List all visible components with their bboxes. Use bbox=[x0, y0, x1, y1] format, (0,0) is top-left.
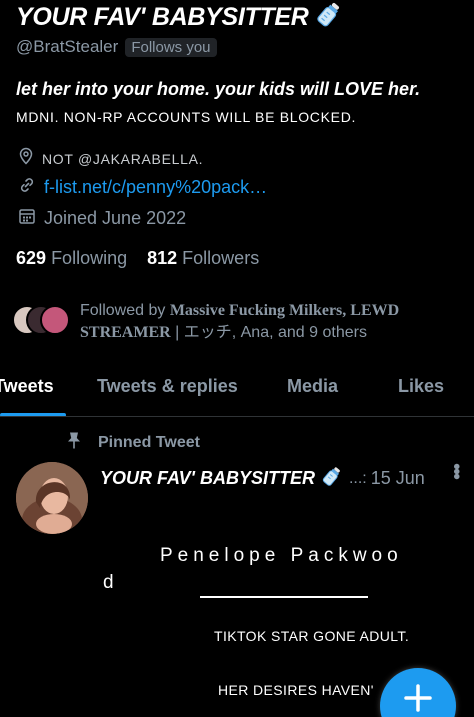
baby-bottle-icon bbox=[321, 465, 343, 492]
tabs-divider bbox=[0, 416, 474, 417]
media-divider bbox=[200, 596, 368, 598]
followed-by-suffix: | エッチ, Ana, and 9 others bbox=[175, 324, 367, 341]
tweet-handle-truncated: ...: bbox=[348, 469, 367, 487]
followers-count: 812 bbox=[147, 248, 178, 268]
baby-bottle-icon bbox=[315, 0, 343, 35]
tweet-date[interactable]: 15 Jun bbox=[371, 468, 425, 489]
tab-tweets-and-replies[interactable]: Tweets & replies bbox=[97, 376, 238, 397]
compose-tweet-button[interactable] bbox=[380, 668, 456, 717]
display-name-text: YOUR FAV' BABYSITTER bbox=[16, 3, 309, 31]
profile-location: NOT @JAKARABELLA. bbox=[42, 150, 204, 167]
handle-row: @BratStealer Follows you bbox=[16, 37, 217, 57]
tab-likes[interactable]: Likes bbox=[398, 376, 444, 397]
profile-display-name: YOUR FAV' BABYSITTER bbox=[16, 0, 343, 35]
media-title-line-2: d bbox=[103, 572, 114, 593]
profile-joined-date: Joined June 2022 bbox=[44, 208, 187, 228]
tweet-author-name[interactable]: YOUR FAV' BABYSITTER bbox=[100, 468, 315, 489]
link-row[interactable]: f-list.net/c/penny%20pack… bbox=[18, 176, 267, 199]
following-count: 629 bbox=[16, 248, 47, 268]
followed-by-avatars[interactable] bbox=[12, 305, 72, 337]
joined-row: Joined June 2022 bbox=[18, 207, 186, 230]
calendar-icon bbox=[18, 207, 36, 230]
location-pin-icon bbox=[18, 147, 34, 170]
more-options-icon[interactable]: ••• bbox=[444, 463, 467, 478]
follow-counts: 629 Following 812 Followers bbox=[16, 248, 259, 269]
following-link[interactable]: 629 Following bbox=[16, 248, 127, 269]
followers-link[interactable]: 812 Followers bbox=[147, 248, 259, 269]
follows-you-badge: Follows you bbox=[125, 37, 217, 57]
followers-label: Followers bbox=[182, 248, 260, 268]
tab-tweets[interactable]: Tweets bbox=[0, 376, 54, 397]
profile-link[interactable]: f-list.net/c/penny%20pack… bbox=[44, 177, 267, 198]
media-text-line-1: TIKTOK STAR GONE ADULT. bbox=[214, 628, 410, 644]
followed-by-prefix: Followed by bbox=[80, 302, 166, 319]
location-row: NOT @JAKARABELLA. bbox=[18, 147, 203, 170]
profile-tabs: Tweets Tweets & replies Media Likes bbox=[0, 372, 474, 417]
plus-icon bbox=[398, 678, 438, 717]
followed-by-text[interactable]: Followed by Massive Fucking Milkers, LEW… bbox=[80, 300, 460, 344]
tab-media[interactable]: Media bbox=[287, 376, 338, 397]
media-title-line-1: Penelope Packwoo bbox=[160, 545, 403, 566]
tweet-author-avatar[interactable] bbox=[16, 462, 88, 534]
profile-handle: @BratStealer bbox=[16, 37, 119, 56]
pin-icon bbox=[66, 431, 82, 454]
link-icon bbox=[18, 176, 36, 199]
following-label: Following bbox=[51, 248, 128, 268]
pinned-tweet-label: Pinned Tweet bbox=[98, 433, 200, 451]
tweet-header: YOUR FAV' BABYSITTER ...: 15 Jun bbox=[100, 465, 425, 492]
bio-line-1: let her into your home. your kids will L… bbox=[16, 79, 421, 99]
media-text-line-2: HER DESIRES HAVEN' bbox=[218, 682, 374, 698]
follower-avatar bbox=[40, 305, 70, 335]
pinned-tweet-indicator: Pinned Tweet bbox=[66, 431, 200, 454]
bio-line-2: MDNI. NON-RP ACCOUNTS WILL BE BLOCKED. bbox=[16, 109, 357, 125]
